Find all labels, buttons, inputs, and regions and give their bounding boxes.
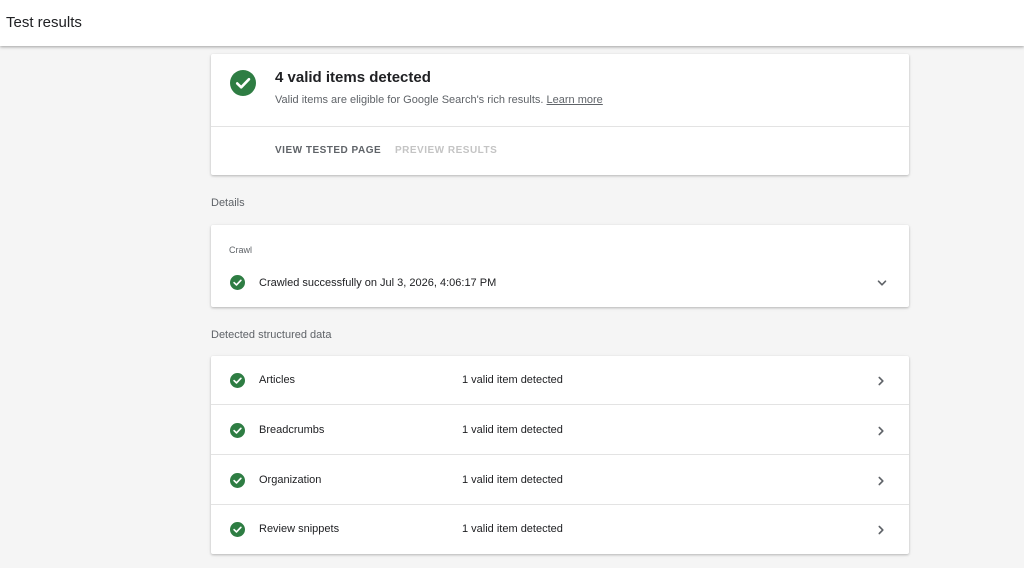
check-circle-icon xyxy=(230,522,245,537)
structured-data-section-label: Detected structured data xyxy=(211,329,332,341)
structured-data-status: 1 valid item detected xyxy=(462,474,563,486)
summary-description: Valid items are eligible for Google Sear… xyxy=(275,94,603,106)
structured-data-status: 1 valid item detected xyxy=(462,523,563,535)
chevron-right-icon[interactable] xyxy=(875,524,887,536)
summary-card: 4 valid items detected Valid items are e… xyxy=(211,54,909,175)
structured-data-name: Articles xyxy=(259,374,296,386)
check-circle-icon xyxy=(230,275,245,290)
page-title: Test results xyxy=(6,14,82,31)
structured-data-name: Organization xyxy=(259,474,322,486)
crawl-card[interactable]: Crawl Crawled successfully on Jul 3, 202… xyxy=(211,225,909,307)
structured-data-name: Breadcrumbs xyxy=(259,424,325,436)
crawl-status: Crawled successfully on Jul 3, 2026, 4:0… xyxy=(259,277,497,289)
chevron-down-icon[interactable] xyxy=(876,277,888,289)
view-tested-page-button[interactable]: VIEW TESTED PAGE xyxy=(275,145,381,156)
divider xyxy=(211,404,909,405)
preview-results-button: PREVIEW RESULTS xyxy=(395,145,498,156)
chevron-right-icon[interactable] xyxy=(875,425,887,437)
chevron-right-icon[interactable] xyxy=(875,475,887,487)
structured-data-row-articles[interactable]: Articles 1 valid item detected xyxy=(211,356,909,405)
learn-more-link[interactable]: Learn more xyxy=(547,94,603,106)
structured-data-row-breadcrumbs[interactable]: Breadcrumbs 1 valid item detected xyxy=(211,406,909,455)
structured-data-row-organization[interactable]: Organization 1 valid item detected xyxy=(211,456,909,505)
divider xyxy=(211,454,909,455)
header-bar: Test results xyxy=(0,0,1024,46)
check-circle-icon xyxy=(230,473,245,488)
structured-data-card: Articles 1 valid item detected Breadcrum… xyxy=(211,356,909,554)
check-circle-icon xyxy=(230,70,256,96)
crawl-label: Crawl xyxy=(229,245,253,255)
chevron-right-icon[interactable] xyxy=(875,375,887,387)
structured-data-status: 1 valid item detected xyxy=(462,374,563,386)
check-circle-icon xyxy=(230,373,245,388)
structured-data-status: 1 valid item detected xyxy=(462,424,563,436)
divider xyxy=(211,126,909,127)
summary-heading: 4 valid items detected xyxy=(275,69,431,86)
structured-data-row-review-snippets[interactable]: Review snippets 1 valid item detected xyxy=(211,505,909,554)
summary-description-text: Valid items are eligible for Google Sear… xyxy=(275,94,544,106)
check-circle-icon xyxy=(230,423,245,438)
structured-data-name: Review snippets xyxy=(259,523,340,535)
details-section-label: Details xyxy=(211,197,245,209)
